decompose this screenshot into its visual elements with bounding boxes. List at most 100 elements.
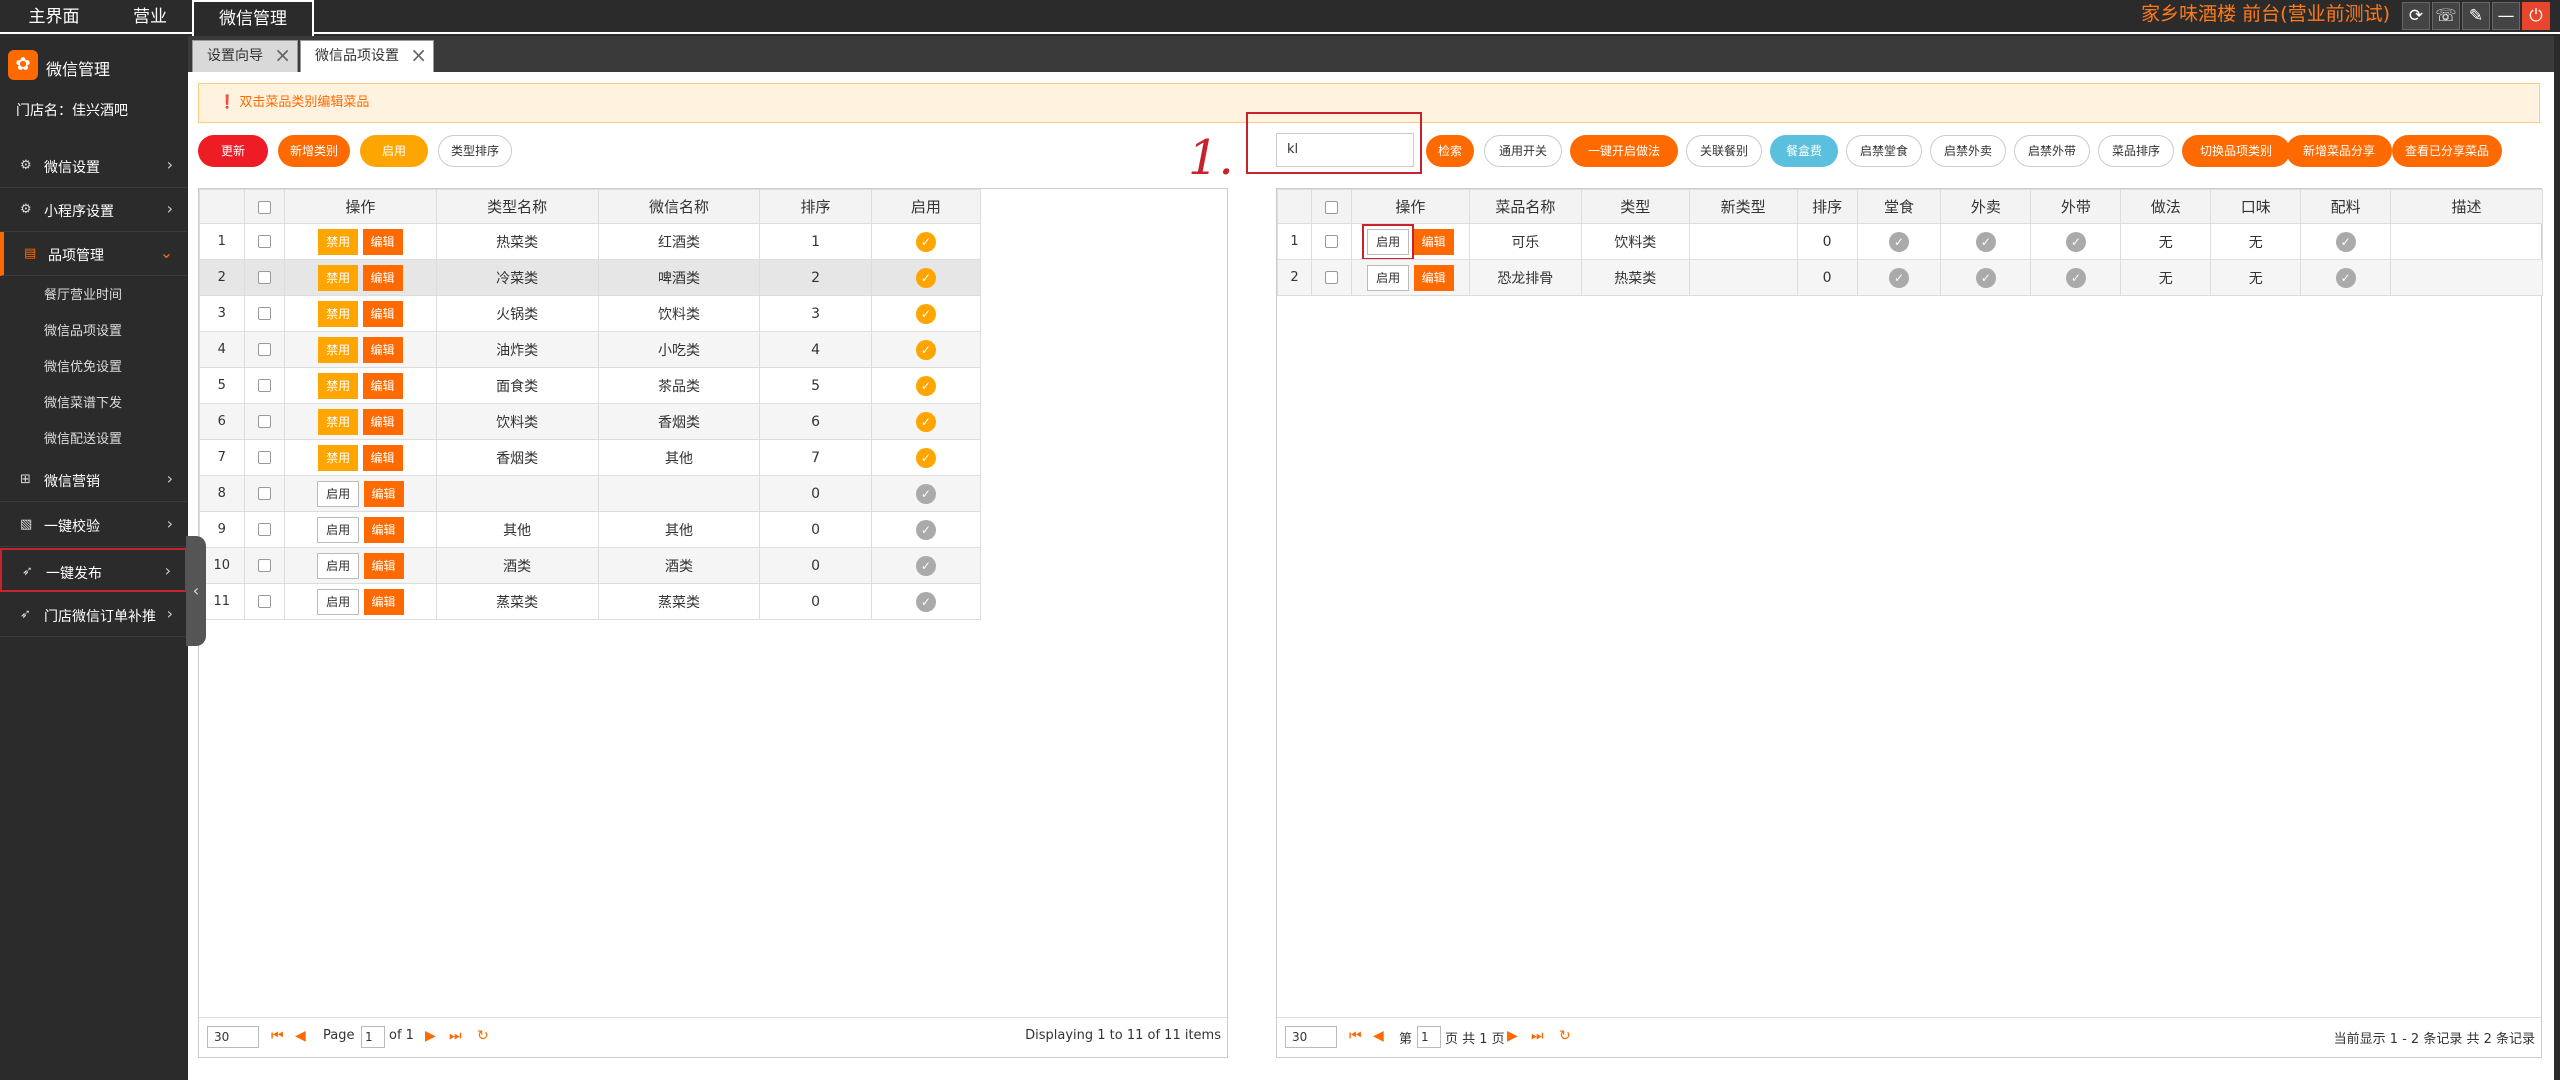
toggle-delivery-button[interactable]: 启禁外卖 (1930, 135, 2006, 167)
row-select[interactable] (243, 367, 285, 404)
toggle-enable-button[interactable]: 禁用 (318, 300, 359, 327)
page-number-input[interactable]: 1 (1417, 1026, 1441, 1048)
row-select[interactable] (243, 511, 285, 548)
sidebar-item-wechat-marketing[interactable]: ⊞ 微信营销 › (0, 458, 187, 502)
edit-button[interactable]: 编辑 (362, 408, 403, 435)
checkbox[interactable] (257, 559, 271, 572)
edit-button[interactable]: 编辑 (363, 552, 404, 579)
table-row[interactable]: 5 禁用 编辑 面食类 茶品类 5 ✓ (199, 367, 982, 404)
header-new-type[interactable]: 新类型 (1688, 189, 1798, 224)
toggle-enable-button[interactable]: 启用 (317, 588, 360, 615)
checkbox[interactable] (1324, 200, 1338, 214)
search-button[interactable]: 检索 (1426, 135, 1474, 167)
checkbox[interactable] (257, 307, 271, 320)
enable-button[interactable]: 启用 (1362, 224, 1415, 259)
table-row[interactable]: 1 启用 编辑 可乐 饮料类 0 ✓ ✓ ✓ 无无 ✓ (1277, 223, 2543, 260)
edit-button[interactable]: 编辑 (362, 444, 403, 471)
switch-item-category-button[interactable]: 切换品项类别 (2182, 135, 2290, 167)
enable-disable-button[interactable]: 启用 (360, 135, 428, 167)
header-ingredients[interactable]: 配料 (2300, 189, 2392, 224)
sidebar-subitem-wechat-items[interactable]: 微信品项设置 (44, 320, 122, 339)
view-shared-dishes-button[interactable]: 查看已分享菜品 (2392, 135, 2502, 167)
check-circle-icon[interactable]: ✓ (2335, 231, 2356, 252)
update-button[interactable]: 更新 (198, 135, 268, 167)
last-page-icon[interactable]: ⏭ (1531, 1028, 1544, 1044)
checkbox[interactable] (1324, 271, 1338, 284)
header-method[interactable]: 做法 (2120, 189, 2212, 224)
row-select[interactable] (243, 439, 285, 476)
check-circle-icon[interactable]: ✓ (2335, 267, 2356, 288)
toggle-takeaway-button[interactable]: 启禁外带 (2014, 135, 2090, 167)
header-dine-in[interactable]: 堂食 (1856, 189, 1942, 224)
toggle-enable-button[interactable]: 禁用 (318, 336, 359, 363)
check-circle-icon[interactable]: ✓ (1975, 267, 1996, 288)
page-size-select[interactable]: 30 (207, 1026, 259, 1048)
enable-button[interactable]: 启用 (1367, 264, 1410, 291)
general-switch-button[interactable]: 通用开关 (1484, 135, 1562, 167)
check-circle-icon[interactable]: ✓ (1975, 231, 1996, 252)
sidebar-item-store-order-repush[interactable]: ➶ 门店微信订单补推 › (0, 593, 187, 637)
edit-button[interactable]: 编辑 (1413, 264, 1454, 291)
edit-button[interactable]: 编辑 (362, 372, 403, 399)
tab-business[interactable]: 营业 (108, 0, 192, 34)
row-select[interactable] (243, 331, 285, 368)
checkbox[interactable] (1324, 235, 1338, 248)
edit-button[interactable]: 编辑 (363, 516, 404, 543)
sidebar-item-wechat-settings[interactable]: ⚙ 微信设置 › (0, 144, 187, 188)
table-row[interactable]: 6 禁用 编辑 饮料类 香烟类 6 ✓ (199, 403, 982, 440)
toggle-dine-in-button[interactable]: 启禁堂食 (1846, 135, 1922, 167)
page-size-select[interactable]: 30 (1285, 1026, 1337, 1048)
sidebar-item-item-management[interactable]: ▤ 品项管理 ⌄ (0, 232, 187, 276)
edit-button[interactable]: 编辑 (1413, 228, 1454, 255)
reload-icon[interactable]: ↻ (477, 1028, 489, 1044)
toggle-enable-button[interactable]: 禁用 (318, 264, 359, 291)
row-select[interactable] (243, 547, 285, 584)
sidebar-subitem-business-hours[interactable]: 餐厅营业时间 (44, 284, 122, 303)
search-input[interactable]: kl (1276, 133, 1414, 167)
toggle-enable-button[interactable]: 启用 (317, 516, 360, 543)
tab-wechat-management[interactable]: 微信管理 (192, 0, 314, 36)
checkbox[interactable] (257, 595, 271, 608)
close-icon[interactable]: × (274, 40, 291, 70)
table-row[interactable]: 11 启用 编辑 蒸菜类 蒸菜类 0 ✓ (199, 583, 982, 620)
checkbox[interactable] (257, 523, 271, 536)
add-category-button[interactable]: 新增类别 (278, 135, 350, 167)
edit-button[interactable]: 编辑 (362, 300, 403, 327)
box-fee-button[interactable]: 餐盒费 (1770, 135, 1838, 167)
checkbox[interactable] (257, 200, 271, 214)
toggle-enable-button[interactable]: 禁用 (318, 408, 359, 435)
tab-home[interactable]: 主界面 (0, 0, 108, 34)
sidebar-item-one-click-verify[interactable]: ▧ 一键校验 › (0, 503, 187, 547)
first-page-icon[interactable]: ⏮ (271, 1028, 284, 1044)
check-circle-icon[interactable]: ✓ (1889, 267, 1909, 288)
header-dish-name[interactable]: 菜品名称 (1468, 189, 1582, 224)
checkbox[interactable] (257, 451, 271, 464)
header-type[interactable]: 类型 (1580, 189, 1690, 224)
table-row[interactable]: 8 启用 编辑 0 ✓ (199, 475, 982, 512)
row-select[interactable] (243, 475, 285, 512)
refresh-icon[interactable]: ⟳ (2402, 2, 2430, 30)
table-row[interactable]: 2 禁用 编辑 冷菜类 啤酒类 2 ✓ (199, 259, 982, 296)
add-dish-share-button[interactable]: 新增菜品分享 (2286, 135, 2392, 167)
link-meal-period-button[interactable]: 关联餐别 (1686, 135, 1762, 167)
checkbox[interactable] (257, 487, 271, 500)
header-sort[interactable]: 排序 (759, 189, 872, 224)
toggle-enable-button[interactable]: 禁用 (318, 372, 359, 399)
power-icon[interactable]: ⏻ (2522, 2, 2550, 30)
last-page-icon[interactable]: ⏭ (449, 1028, 462, 1044)
close-icon[interactable]: × (410, 40, 427, 70)
header-select-all[interactable] (1310, 189, 1352, 224)
edit-button[interactable]: 编辑 (363, 480, 404, 507)
minimize-icon[interactable]: — (2492, 2, 2520, 30)
edit-button[interactable]: 编辑 (363, 588, 404, 615)
next-page-icon[interactable]: ▶ (425, 1028, 436, 1044)
checkbox[interactable] (257, 415, 271, 428)
table-row[interactable]: 7 禁用 编辑 香烟类 其他 7 ✓ (199, 439, 982, 476)
row-select[interactable] (243, 403, 285, 440)
header-select-all[interactable] (243, 189, 285, 224)
enable-all-methods-button[interactable]: 一键开启做法 (1570, 135, 1678, 167)
toggle-enable-button[interactable]: 启用 (317, 480, 360, 507)
sidebar-item-one-click-publish[interactable]: ➶ 一键发布 › (0, 548, 187, 592)
tab-wechat-item-settings[interactable]: 微信品项设置 × (300, 40, 434, 72)
sidebar-subitem-wechat-menu-dispatch[interactable]: 微信菜谱下发 (44, 392, 122, 411)
